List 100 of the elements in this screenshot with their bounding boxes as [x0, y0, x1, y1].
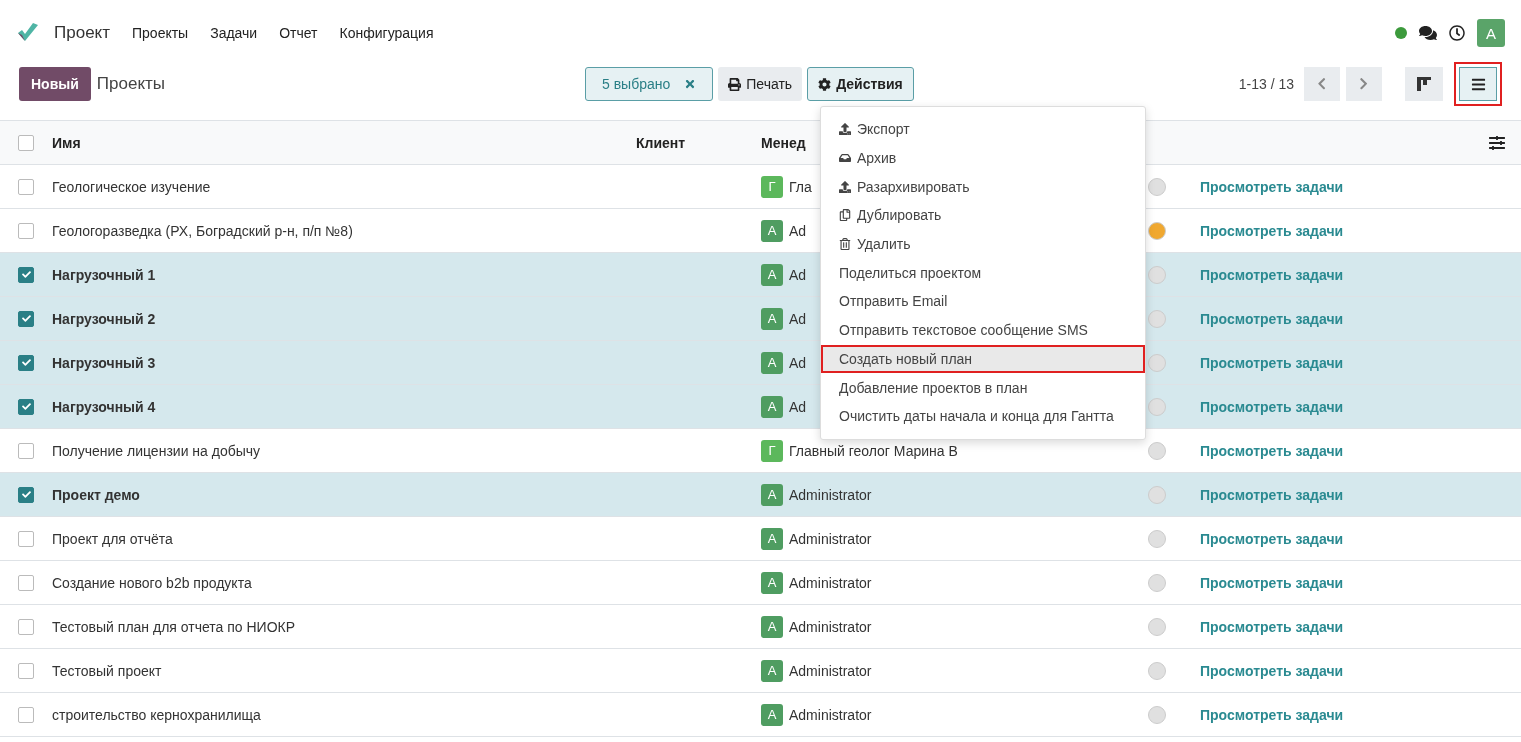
nav-menu-item[interactable]: Отчет	[279, 25, 318, 41]
check-icon	[21, 490, 31, 499]
status-dot[interactable]	[1148, 265, 1166, 284]
table-cell-text: Тестовый план для отчета по НИОКР	[52, 618, 297, 635]
manager-avatar: Г	[761, 439, 783, 462]
view-tasks-link[interactable]: Просмотреть задачи	[1200, 618, 1521, 635]
status-dot[interactable]	[1148, 397, 1166, 416]
status-dot[interactable]	[1148, 177, 1166, 196]
new-button[interactable]: Новый	[19, 67, 91, 101]
checkbox[interactable]	[18, 662, 34, 679]
table-cell: Administrator	[789, 486, 872, 503]
menu-item[interactable]: Отправить текстовое сообщение SMS	[821, 315, 1145, 345]
copy-icon	[839, 209, 851, 222]
status-dot[interactable]	[1148, 617, 1166, 636]
status-dot[interactable]	[1148, 485, 1166, 504]
table-cell: Ad	[789, 354, 807, 371]
chat-icon[interactable]	[1419, 24, 1437, 42]
manager-avatar: A	[761, 659, 783, 682]
table-cell-text: Нагрузочный 4	[52, 398, 157, 415]
checkbox[interactable]	[18, 618, 34, 635]
checkbox[interactable]	[18, 442, 34, 459]
menu-item[interactable]: Разархивировать	[821, 172, 1145, 202]
status-dot[interactable]	[1148, 309, 1166, 328]
table-cell: Ad	[789, 310, 807, 327]
view-tasks-link[interactable]: Просмотреть задачи	[1200, 178, 1521, 195]
checkbox[interactable]	[18, 266, 34, 283]
manager-avatar: A	[761, 351, 783, 374]
menu-item[interactable]: Экспорт	[821, 115, 1145, 144]
table-cell: Administrator	[789, 662, 872, 679]
view-tasks-link[interactable]: Просмотреть задачи	[1200, 222, 1521, 239]
next-button[interactable]	[1346, 67, 1382, 101]
menu-item[interactable]: Поделиться проектом	[821, 258, 1145, 288]
checkbox[interactable]	[18, 354, 34, 371]
clock-icon[interactable]	[1449, 25, 1465, 41]
view-tasks-link[interactable]: Просмотреть задачи	[1200, 442, 1521, 459]
view-tasks-link[interactable]: Просмотреть задачи	[1200, 706, 1521, 723]
column-header[interactable]: Имя	[52, 134, 636, 151]
view-tasks-link[interactable]: Просмотреть задачи	[1200, 662, 1521, 679]
menu-item[interactable]: Очистить даты начала и конца для Гантта	[821, 401, 1145, 431]
table-cell-text: Проект для отчёта	[52, 530, 174, 547]
table-cell: Ad	[789, 266, 807, 283]
status-dot[interactable]	[1148, 221, 1166, 240]
table-cell-text: Создание нового b2b продукта	[52, 574, 253, 591]
checkbox[interactable]	[18, 530, 34, 547]
checkbox[interactable]	[18, 486, 34, 503]
menu-item[interactable]: Отправить Email	[821, 287, 1145, 316]
manager-avatar: A	[761, 263, 783, 286]
table-cell: Гла	[789, 178, 812, 195]
menu-item[interactable]: Архив	[821, 143, 1145, 173]
checkbox[interactable]	[18, 134, 34, 151]
table-cell-text: Нагрузочный 3	[52, 354, 157, 371]
status-dot[interactable]	[1148, 661, 1166, 680]
status-dot[interactable]	[1148, 353, 1166, 372]
kanban-view-button[interactable]	[1405, 67, 1443, 101]
nav-menu-item[interactable]: Задачи	[210, 25, 258, 41]
check-icon	[21, 402, 31, 411]
table-cell-text: строительство кернохранилища	[52, 706, 262, 723]
selection-badge[interactable]: 5 выбрано	[585, 67, 714, 101]
previous-button[interactable]	[1304, 67, 1340, 101]
logo-icon	[16, 23, 40, 43]
column-header[interactable]: Клиент	[636, 134, 761, 151]
nav-menu-item[interactable]: Проекты	[132, 25, 189, 41]
kanban-icon	[1417, 77, 1431, 91]
checkbox[interactable]	[18, 398, 34, 415]
menu-item[interactable]: Удалить	[821, 229, 1145, 259]
checkbox[interactable]	[18, 706, 34, 723]
close-icon[interactable]	[684, 78, 697, 90]
checkbox[interactable]	[18, 574, 34, 591]
checkbox[interactable]	[18, 310, 34, 327]
upload-icon	[839, 180, 851, 193]
table-cell-text: Нагрузочный 2	[52, 310, 157, 327]
manager-avatar: A	[761, 703, 783, 726]
check-icon	[21, 270, 31, 279]
table-cell: Administrator	[789, 574, 872, 591]
menu-item[interactable]: Добавление проектов в план	[821, 373, 1145, 402]
manager-avatar: Г	[761, 175, 783, 198]
table-cell: Ad	[789, 398, 807, 415]
manager-avatar: A	[761, 615, 783, 638]
status-dot[interactable]	[1148, 441, 1166, 460]
app-title[interactable]: Проект	[54, 23, 110, 43]
menu-item[interactable]: Дублировать	[821, 201, 1145, 230]
status-dot[interactable]	[1148, 573, 1166, 592]
view-tasks-link[interactable]: Просмотреть задачи	[1200, 530, 1521, 547]
menu-item[interactable]: Создать новый план	[821, 344, 1145, 374]
view-tasks-link[interactable]: Просмотреть задачи	[1200, 574, 1521, 591]
table-cell: Administrator	[789, 706, 872, 723]
actions-button[interactable]: Действия	[807, 67, 914, 101]
status-dot[interactable]	[1148, 529, 1166, 548]
checkbox[interactable]	[18, 178, 34, 195]
list-icon	[1470, 76, 1486, 92]
nav-menu-item[interactable]: Конфигурация	[339, 25, 434, 41]
checkbox[interactable]	[18, 222, 34, 239]
print-button[interactable]: Печать	[718, 67, 803, 101]
pager-text: 1-13 / 13	[1238, 76, 1294, 92]
manager-avatar: A	[761, 219, 783, 242]
table-cell: Главный геолог Марина В	[789, 442, 958, 459]
table-cell-text: Геологоразведка (РХ, Боградский р-н, п/п №8)	[52, 222, 354, 239]
status-dot[interactable]	[1148, 705, 1166, 724]
table-cell: Administrator	[789, 618, 872, 635]
settings-icon[interactable]	[1489, 134, 1505, 151]
